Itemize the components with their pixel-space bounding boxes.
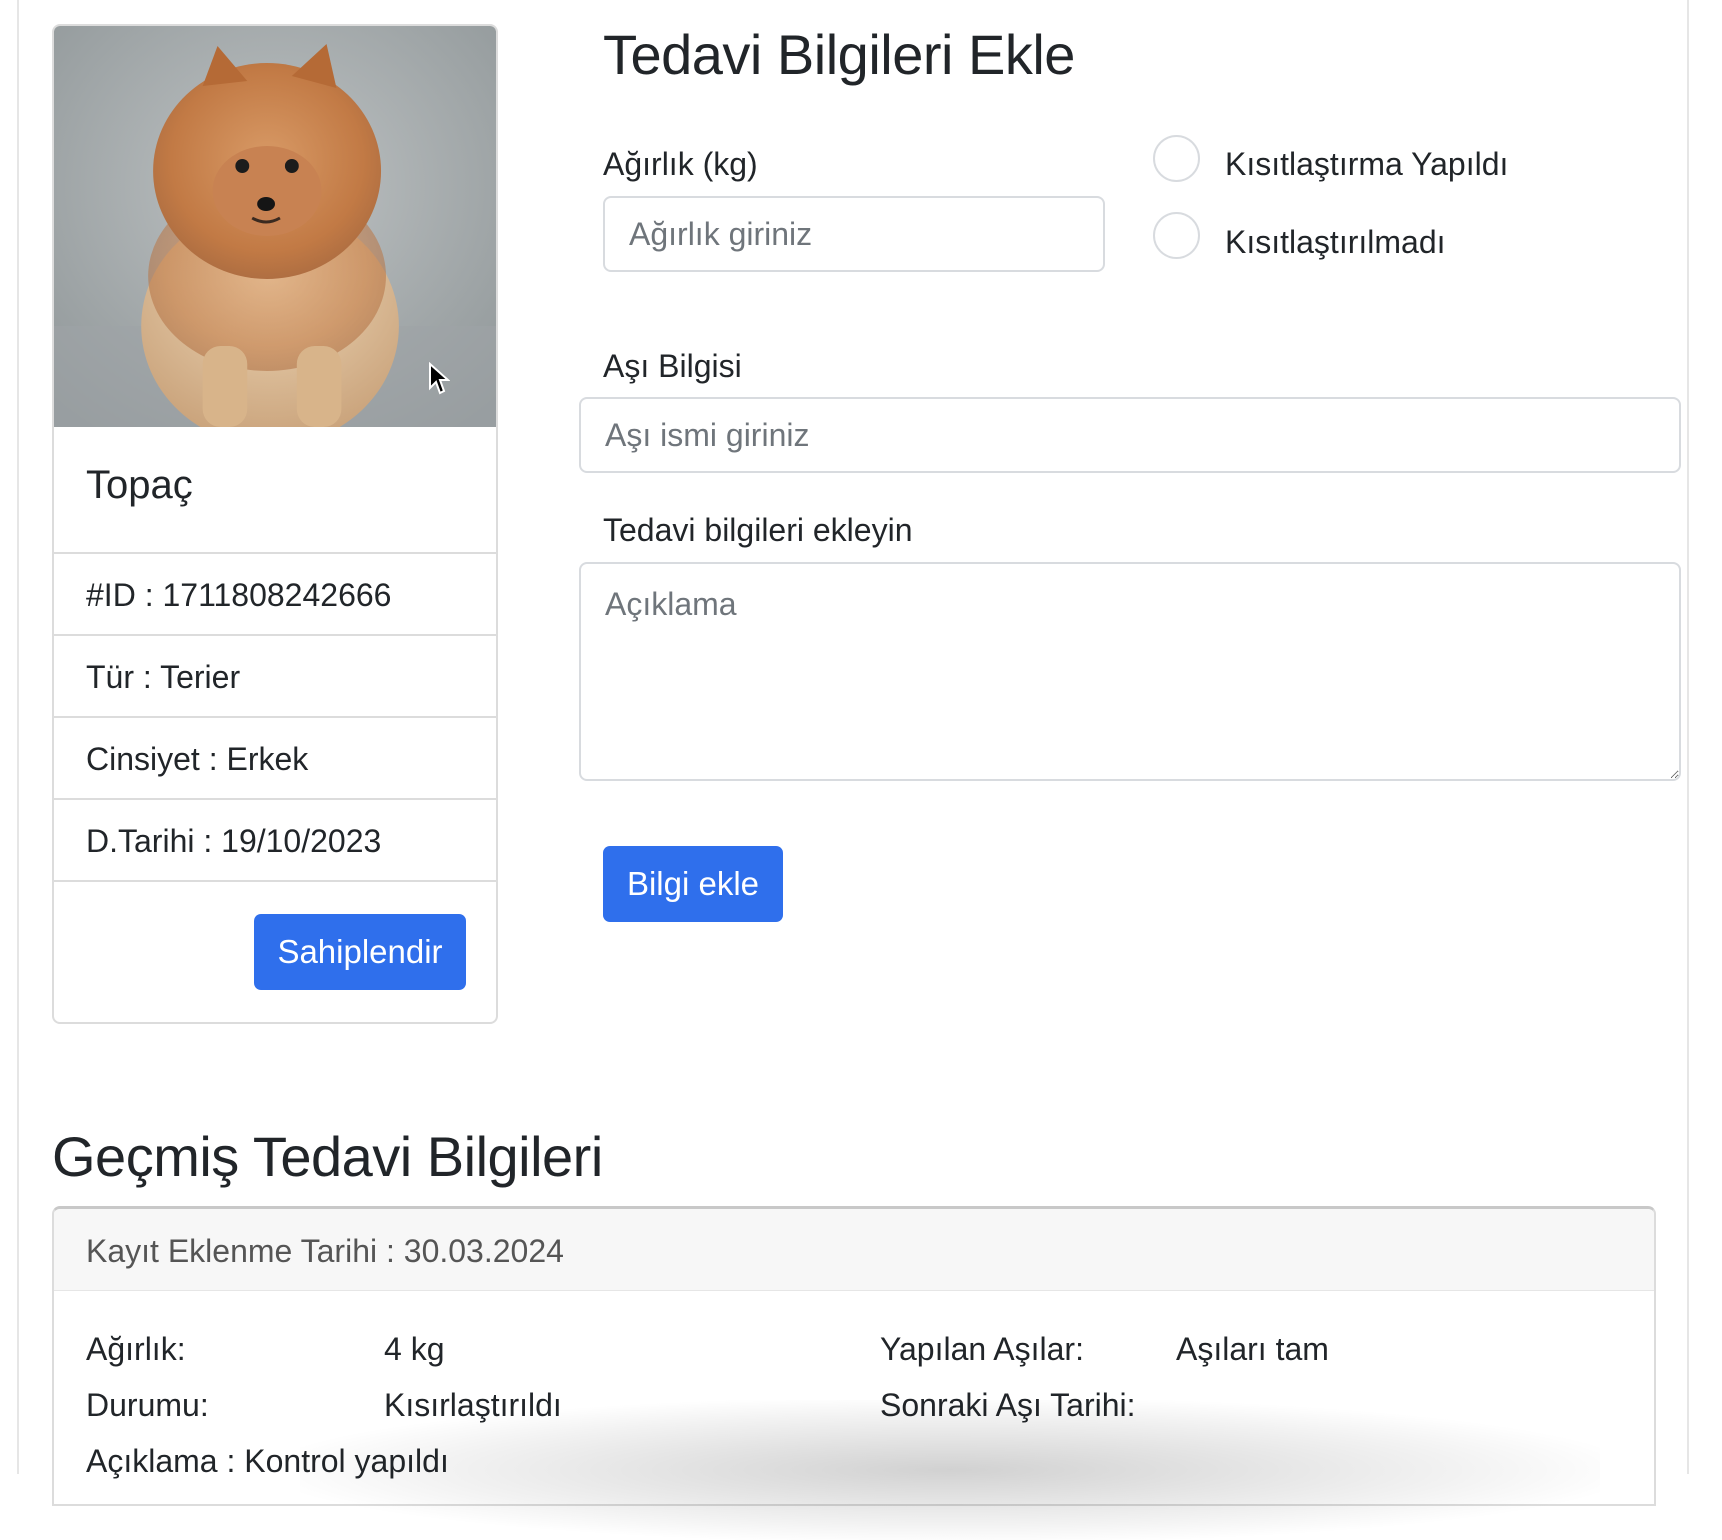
vaccine-input[interactable] xyxy=(579,397,1681,473)
pet-birth-date: D.Tarihi : 19/10/2023 xyxy=(54,800,496,882)
radio-not-neutered[interactable] xyxy=(1153,212,1200,259)
history-next-vaccine-label: Sonraki Aşı Tarihi: xyxy=(880,1387,1136,1423)
form-title: Tedavi Bilgileri Ekle xyxy=(603,23,1075,86)
history-description: Açıklama : Kontrol yapıldı xyxy=(86,1443,449,1479)
history-record-date: Kayıt Eklenme Tarihi : 30.03.2024 xyxy=(54,1209,1654,1291)
radio-not-neutered-label[interactable]: Kısıtlaştırılmadı xyxy=(1225,224,1446,261)
description-textarea[interactable] xyxy=(579,562,1681,781)
mouse-cursor-icon xyxy=(429,362,450,395)
pet-gender: Cinsiyet : Erkek xyxy=(54,718,496,800)
radio-neutered[interactable] xyxy=(1153,135,1200,182)
vaccine-label: Aşı Bilgisi xyxy=(603,348,742,384)
adopt-button[interactable]: Sahiplendir xyxy=(254,914,466,990)
history-vaccines-label: Yapılan Aşılar: xyxy=(880,1331,1084,1367)
treatment-label: Tedavi bilgileri ekleyin xyxy=(603,512,913,548)
history-title: Geçmiş Tedavi Bilgileri xyxy=(52,1125,603,1188)
history-vaccines-value: Aşıları tam xyxy=(1176,1331,1329,1367)
history-status-value: Kısırlaştırıldı xyxy=(384,1387,562,1423)
history-record-card: Kayıt Eklenme Tarihi : 30.03.2024 Ağırlı… xyxy=(52,1206,1656,1506)
history-status-label: Durumu: xyxy=(86,1387,209,1423)
radio-neutered-label[interactable]: Kısıtlaştırma Yapıldı xyxy=(1225,146,1508,183)
pet-card: Topaç #ID : 1711808242666 Tür : Terier C… xyxy=(52,24,498,1024)
page-frame-left xyxy=(17,0,19,1474)
pet-card-footer: Sahiplendir xyxy=(54,882,496,1022)
history-weight-label: Ağırlık: xyxy=(86,1331,186,1367)
add-info-button[interactable]: Bilgi ekle xyxy=(603,846,783,922)
pet-name: Topaç xyxy=(54,427,496,554)
page-frame-right xyxy=(1687,0,1689,1474)
weight-input[interactable] xyxy=(603,196,1105,272)
pet-id: #ID : 1711808242666 xyxy=(54,554,496,636)
pet-type: Tür : Terier xyxy=(54,636,496,718)
history-weight-value: 4 kg xyxy=(384,1331,445,1367)
weight-label: Ağırlık (kg) xyxy=(603,146,758,182)
